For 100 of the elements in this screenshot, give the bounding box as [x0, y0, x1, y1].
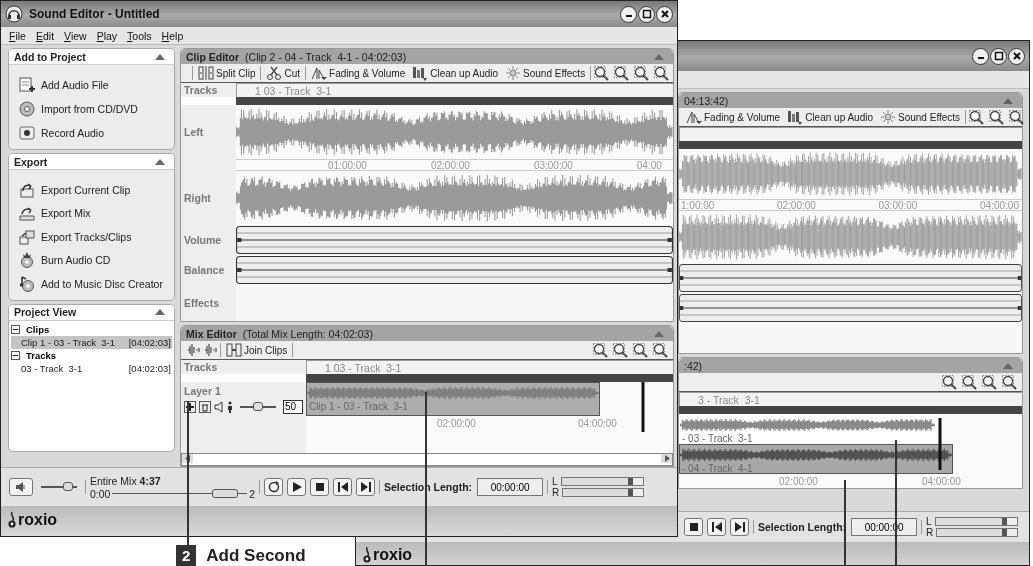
envelope-graph[interactable] — [236, 256, 673, 284]
clip-duration: [04:02:03] — [128, 336, 171, 348]
add-layer-icon[interactable] — [184, 400, 196, 413]
disc-icon — [19, 101, 37, 117]
selection-length-label: Selection Length: — [758, 521, 847, 533]
position-start: 0:00 — [90, 487, 111, 500]
clip-name: - 04 - Track 4-1 — [681, 463, 754, 473]
zoom-icon[interactable] — [633, 342, 648, 358]
action-link[interactable]: Export Mix — [19, 201, 174, 225]
step-caption: Add Second — [206, 545, 306, 566]
zoom-icon[interactable] — [962, 374, 977, 390]
menu-item[interactable]: File — [4, 29, 31, 42]
playhead-line — [641, 382, 645, 432]
playhead-line — [938, 418, 942, 470]
volume-button[interactable] — [9, 478, 33, 496]
envelope-graph[interactable] — [679, 294, 1022, 322]
clip-duration: [04:02:03] — [128, 362, 171, 374]
selection-length-field[interactable]: 00:00:00 — [477, 478, 544, 496]
toolbar-button[interactable]: Join Clips — [224, 342, 290, 358]
row-label: Tracks — [183, 83, 219, 97]
volume-field[interactable]: 50 — [283, 399, 303, 414]
tree-row[interactable]: 03 - Track 3-1 [04:02:03] — [11, 361, 172, 375]
flame-icon — [362, 546, 372, 564]
position-end: 2 — [249, 487, 255, 500]
speaker-icon[interactable] — [214, 400, 224, 413]
action-link[interactable]: Add to Music Disc Creator — [19, 272, 174, 296]
zoom-icon[interactable] — [982, 374, 997, 390]
tree-toggle[interactable] — [11, 350, 20, 360]
menu-item[interactable]: Tools — [122, 29, 157, 42]
sparkle-icon — [505, 65, 522, 81]
time-tick: 03:00:00 — [878, 199, 918, 211]
slider-thumb[interactable] — [63, 482, 73, 491]
time-tick: 04:00:00 — [577, 417, 617, 429]
audio-clip[interactable]: - 03 - Track 3-1 — [679, 414, 936, 444]
tree-label[interactable]: Tracks — [26, 349, 57, 361]
zoom-icon[interactable] — [989, 109, 1005, 125]
zoom-icon[interactable] — [593, 342, 608, 358]
track-name: 3 - Track 3-1 — [698, 393, 760, 406]
tree-toggle[interactable] — [11, 324, 20, 334]
layer-name: Layer 1 — [184, 384, 221, 397]
toolbar-button[interactable]: Clean up Audio — [785, 109, 875, 125]
zoom-icon[interactable] — [634, 65, 650, 81]
toolbar-button[interactable]: Sound Effects — [503, 65, 588, 81]
meter-label: L — [552, 476, 558, 487]
box-arrow-icon — [19, 181, 37, 198]
zoom-icon[interactable] — [942, 374, 957, 390]
join-icon — [226, 342, 242, 358]
tree-row[interactable]: Clip 1 - 03 - Track 3-1 [04:02:03] — [11, 335, 172, 349]
zoom-icon[interactable] — [654, 65, 670, 81]
panel-title: Project View — [14, 306, 77, 318]
zoom-icon[interactable] — [594, 65, 610, 81]
menu-item[interactable]: Edit — [30, 29, 60, 42]
toolbar-button[interactable]: Sound Effects — [878, 109, 963, 125]
tray-arrow-icon — [19, 205, 37, 222]
zoom-icon[interactable] — [613, 342, 628, 358]
zoom-icon[interactable] — [653, 342, 668, 358]
slider-thumb[interactable] — [253, 401, 263, 411]
zoom-icon[interactable] — [1009, 109, 1025, 125]
toolbar-button[interactable]: Fading & Volume — [684, 109, 783, 125]
zoom-icon[interactable] — [1002, 374, 1017, 390]
envelope-graph[interactable] — [236, 226, 673, 254]
menu-item[interactable]: Help — [156, 29, 189, 42]
slider-thumb[interactable] — [211, 489, 238, 498]
step-number: 2 — [176, 545, 197, 566]
wave-arrow-icon[interactable] — [203, 342, 217, 358]
editor-subtitle: (Total Mix Length: 04:02:03) — [242, 327, 373, 340]
toolbar-button[interactable]: Cut — [264, 65, 303, 81]
action-link[interactable]: Add Audio File — [19, 73, 174, 97]
scrollbar[interactable] — [181, 453, 673, 466]
toolbar-button[interactable]: Split Clip — [196, 65, 258, 81]
toolbar-button[interactable]: Fading & Volume — [309, 65, 408, 81]
toolbar-button[interactable]: Clean up Audio — [410, 65, 501, 81]
editor-title: Clip Editor — [186, 50, 240, 63]
action-link[interactable]: Burn Audio CD — [19, 248, 174, 272]
equalizer-icon — [787, 109, 804, 125]
clip-name: 03 - Track 3-1 — [21, 362, 83, 374]
action-link[interactable]: Export Tracks/Clips — [19, 225, 174, 249]
slider-track[interactable] — [240, 405, 276, 408]
meter-label: R — [926, 527, 934, 538]
zoom-icon[interactable] — [614, 65, 630, 81]
time-tick: 01:00:00 — [328, 159, 367, 171]
trash-icon[interactable] — [199, 400, 211, 413]
split-icon — [198, 65, 214, 81]
person-icon[interactable] — [227, 400, 233, 413]
collapse-toggle[interactable] — [154, 307, 166, 317]
scissors-icon — [266, 65, 283, 81]
editor-subtitle: 04:13:42) — [684, 94, 729, 107]
wave-arrow-icon[interactable] — [186, 342, 200, 358]
panel-title: Export — [14, 155, 48, 168]
zoom-icon[interactable] — [969, 109, 985, 125]
menu-item[interactable]: Play — [91, 29, 123, 42]
envelope-graph[interactable] — [679, 264, 1022, 292]
action-link[interactable]: Export Current Clip — [19, 178, 174, 202]
tree-label[interactable]: Clips — [26, 323, 50, 335]
row-label: Volume — [183, 233, 223, 248]
speaker-icon[interactable] — [15, 481, 27, 493]
time-tick: 1:00:00 — [681, 199, 715, 211]
action-link[interactable]: Import from CD/DVD — [19, 97, 174, 121]
menu-item[interactable]: View — [59, 29, 92, 42]
action-link[interactable]: Record Audio — [19, 121, 174, 145]
